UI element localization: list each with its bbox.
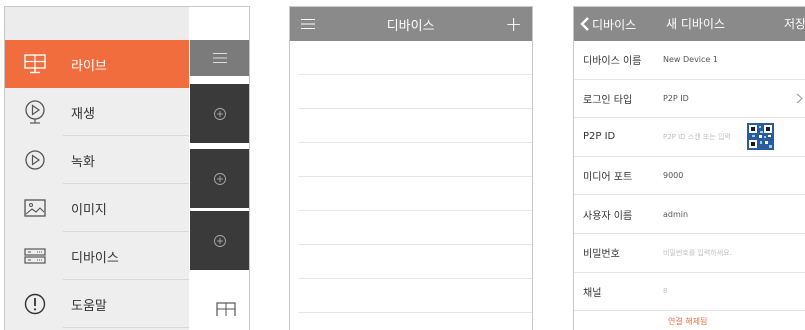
menu-item-label: 이미지 <box>71 202 107 218</box>
field-label: 채널 <box>583 287 602 299</box>
field-placeholder[interactable]: P2P ID 스캔 또는 입력 <box>663 132 731 142</box>
field-label: 로그인 타입 <box>583 94 633 106</box>
hamburger-menu-button[interactable] <box>190 40 249 76</box>
list-item <box>298 177 532 211</box>
username-field[interactable]: 사용자 이름 admin <box>574 195 805 234</box>
add-channel-slot[interactable] <box>190 211 249 270</box>
back-button-label: 디바이스 <box>592 17 637 32</box>
hamburger-menu-button[interactable] <box>300 18 316 30</box>
field-value[interactable]: admin <box>663 210 688 219</box>
chevron-right-icon <box>796 89 803 108</box>
list-item <box>298 143 532 177</box>
field-value[interactable]: New Device 1 <box>663 55 718 64</box>
add-device-button[interactable]: + <box>505 12 522 36</box>
media-port-field[interactable]: 미디어 포트 9000 <box>574 157 805 196</box>
new-device-screen: 디바이스 새 디바이스 저장 디바이스 이름 New Device 1 로그인 … <box>573 6 805 330</box>
chevron-left-icon <box>580 17 589 31</box>
menu-item-device[interactable]: 디바이스 <box>5 232 189 280</box>
device-icon <box>21 242 49 270</box>
live-view-peek <box>190 40 249 330</box>
field-placeholder[interactable]: 비밀번호를 입력하세요. <box>663 248 732 258</box>
menu-item-playback[interactable]: 재생 <box>5 88 189 136</box>
list-item <box>298 211 532 245</box>
menu-item-label: 녹화 <box>71 154 95 170</box>
play-circle-icon <box>21 98 49 126</box>
qr-code-icon[interactable] <box>747 123 774 151</box>
save-button[interactable]: 저장 <box>784 7 805 41</box>
add-channel-slot[interactable] <box>190 149 249 208</box>
page-title: 새 디바이스 <box>666 17 726 31</box>
back-button[interactable]: 디바이스 <box>580 7 636 41</box>
side-menu: 라이브 재생 녹화 이미지 디바이스 도움말 <box>5 7 189 330</box>
menu-item-live[interactable]: 라이브 <box>5 40 189 88</box>
hamburger-icon <box>301 19 315 29</box>
field-value[interactable]: 9000 <box>663 171 683 180</box>
list-item <box>298 75 532 109</box>
connection-status-link[interactable]: 연결 해제됨 <box>574 309 805 328</box>
side-menu-screen: 라이브 재생 녹화 이미지 디바이스 도움말 <box>4 6 250 330</box>
layout-icon[interactable] <box>216 301 236 320</box>
add-channel-slot[interactable] <box>190 84 249 143</box>
device-list-header: 디바이스 + <box>290 7 532 41</box>
field-label: 디바이스 이름 <box>583 56 642 68</box>
field-placeholder[interactable]: 8 <box>663 287 667 295</box>
new-device-header: 디바이스 새 디바이스 저장 <box>574 7 805 41</box>
menu-item-image[interactable]: 이미지 <box>5 184 189 232</box>
page-title: 디바이스 <box>386 18 435 34</box>
password-field[interactable]: 비밀번호 비밀번호를 입력하세요. <box>574 234 805 273</box>
p2p-id-field[interactable]: P2P ID P2P ID 스캔 또는 입력 <box>574 118 805 157</box>
add-circle-icon <box>213 107 226 120</box>
add-circle-icon <box>213 172 226 185</box>
play-circle-icon <box>21 146 49 174</box>
menu-item-label: 라이브 <box>71 58 107 74</box>
help-icon <box>21 290 49 318</box>
menu-item-help[interactable]: 도움말 <box>5 280 189 328</box>
hamburger-icon <box>212 53 227 63</box>
add-circle-icon <box>213 234 226 247</box>
field-label: 사용자 이름 <box>583 210 633 222</box>
menu-header <box>5 7 189 40</box>
field-value[interactable]: P2P ID <box>663 94 689 103</box>
connection-status-label: 연결 해제됨 <box>668 317 708 326</box>
login-type-field[interactable]: 로그인 타입 P2P ID <box>574 80 805 119</box>
field-label: 미디어 포트 <box>583 172 633 184</box>
monitor-icon <box>21 50 49 78</box>
field-label: 비밀번호 <box>583 249 620 261</box>
list-item <box>298 41 532 75</box>
list-item <box>298 279 532 313</box>
field-label: P2P ID <box>583 131 616 143</box>
divider <box>63 327 189 328</box>
list-item <box>298 109 532 143</box>
image-icon <box>21 194 49 222</box>
list-item <box>298 245 532 279</box>
menu-item-label: 도움말 <box>71 298 107 314</box>
channel-field[interactable]: 채널 8 <box>574 273 805 312</box>
device-list-screen: 디바이스 + <box>289 6 533 330</box>
device-name-field[interactable]: 디바이스 이름 New Device 1 <box>574 41 805 80</box>
menu-item-label: 디바이스 <box>71 250 119 266</box>
menu-item-record[interactable]: 녹화 <box>5 136 189 184</box>
menu-item-label: 재생 <box>71 106 95 122</box>
